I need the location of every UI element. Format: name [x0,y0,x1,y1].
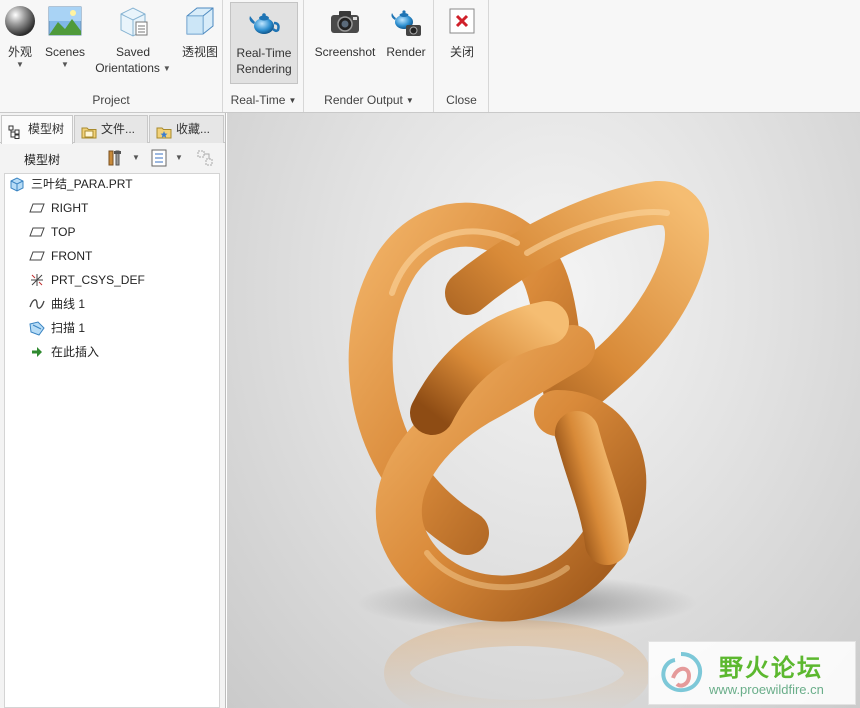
ribbon-group-realtime: Real-Time Rendering Real-Time ▼ [224,0,304,112]
group-label-realtime-text: Real-Time [230,93,286,107]
render-label: Render [386,45,426,59]
screenshot-button[interactable]: Screenshot [311,2,379,60]
scene-landscape-icon [48,4,82,38]
tab-model-tree-label: 模型树 [28,122,65,136]
insert-here-arrow-icon [29,344,45,360]
camera-icon [328,4,362,38]
teapot-icon [247,5,281,39]
watermark-url: www.proewildfire.cn [709,682,824,697]
chevron-down-icon: ▼ [288,96,297,105]
ribbon-group-project: 外观 ▼ Scenes ▼ Saved Orientations ▼ 透视图 Pr… [0,0,223,112]
model-tree-icon [8,122,24,139]
scenes-button[interactable]: Scenes ▼ [42,2,88,70]
panel-tabs: 模型树 文件... 收藏... [0,113,225,144]
chevron-down-icon: ▼ [405,96,414,105]
tree-item-label: 扫描 1 [51,321,86,335]
tree-item-label: TOP [51,225,76,239]
left-panel: 模型树 文件... 收藏... 模型树 ▼ ▼ 三叶结_PARA.PRT RIG… [0,113,226,708]
tree-toolbar: 模型树 ▼ ▼ [0,143,225,173]
perspective-cube-icon [183,4,217,38]
saved-orientations-button[interactable]: Saved Orientations ▼ [90,2,176,77]
tree-item-label: 三叶结_PARA.PRT [31,177,133,191]
tab-favorites[interactable]: 收藏... [149,115,224,143]
curve-icon [29,296,45,312]
ribbon-group-render-output: Screenshot Render Render Output ▼ [305,0,434,112]
realtime-rendering-label-1: Real-Time [236,46,292,60]
folder-icon [81,122,97,139]
trefoil-knot-model [348,181,709,708]
sphere-icon [3,4,37,38]
saved-orientation-icon [116,4,150,38]
part-cube-icon [9,176,25,192]
close-button[interactable]: 关闭 [441,2,483,60]
saved-orientations-label-2: Orientations ▼ [90,60,176,77]
tab-model-tree[interactable]: 模型树 [1,115,73,144]
chevron-down-icon[interactable]: ▼ [175,153,183,162]
group-label-render-output[interactable]: Render Output ▼ [305,92,433,108]
realtime-rendering-label-2: Rendering [236,62,292,76]
tab-folder-browser-label: 文件... [101,122,136,136]
group-label-project: Project [92,93,130,107]
teapot-camera-icon [389,4,423,38]
graphics-viewport[interactable] [227,113,860,708]
ribbon: 外观 ▼ Scenes ▼ Saved Orientations ▼ 透视图 Pr… [0,0,860,113]
sweep-icon [29,320,45,336]
group-label-render-output-text: Render Output [324,93,403,107]
model-tree: 三叶结_PARA.PRT RIGHT TOP FRONT PRT_CSYS_DE… [4,173,220,708]
datum-plane-icon [29,200,45,216]
saved-orientations-label-text: Orientations [95,61,160,75]
group-label-close: Close [446,93,477,107]
tree-item-label: 曲线 1 [51,297,86,311]
render-button[interactable]: Render [383,2,429,60]
tree-item-label: PRT_CSYS_DEF [51,273,145,287]
appearance-label: 外观 [7,45,32,59]
chevron-down-icon: ▼ [61,60,69,69]
saved-orientations-label-1: Saved [115,45,151,59]
tree-title: 模型树 [24,153,61,167]
chevron-down-icon: ▼ [162,64,171,73]
perspective-button[interactable]: 透视图 [180,2,220,60]
forum-watermark: 野火论坛 www.proewildfire.cn [648,641,856,705]
perspective-label: 透视图 [181,45,218,59]
close-x-icon [445,4,479,38]
group-label-realtime[interactable]: Real-Time ▼ [224,92,303,108]
chevron-down-icon[interactable]: ▼ [132,153,140,162]
tree-item-label: RIGHT [51,201,89,215]
filter-icon[interactable] [196,149,214,167]
screenshot-label: Screenshot [314,45,376,59]
coordinate-system-icon [29,272,45,288]
datum-plane-icon [29,224,45,240]
tab-favorites-label: 收藏... [176,122,211,136]
datum-plane-icon [29,248,45,264]
watermark-title: 野火论坛 [719,654,823,682]
tab-folder-browser[interactable]: 文件... [74,115,148,143]
tree-item-label: 在此插入 [51,345,100,359]
appearance-button[interactable]: 外观 ▼ [2,2,38,70]
realtime-rendering-button[interactable]: Real-Time Rendering [230,2,298,84]
chevron-down-icon: ▼ [16,60,24,69]
tree-settings-icon[interactable] [106,149,124,167]
ribbon-group-close: 关闭 Close [435,0,489,112]
scenes-label: Scenes [44,45,86,59]
tree-item-label: FRONT [51,249,93,263]
forum-logo-icon [661,652,702,693]
favorites-icon [156,122,172,139]
close-label: 关闭 [449,45,474,59]
show-list-icon[interactable] [150,149,168,167]
